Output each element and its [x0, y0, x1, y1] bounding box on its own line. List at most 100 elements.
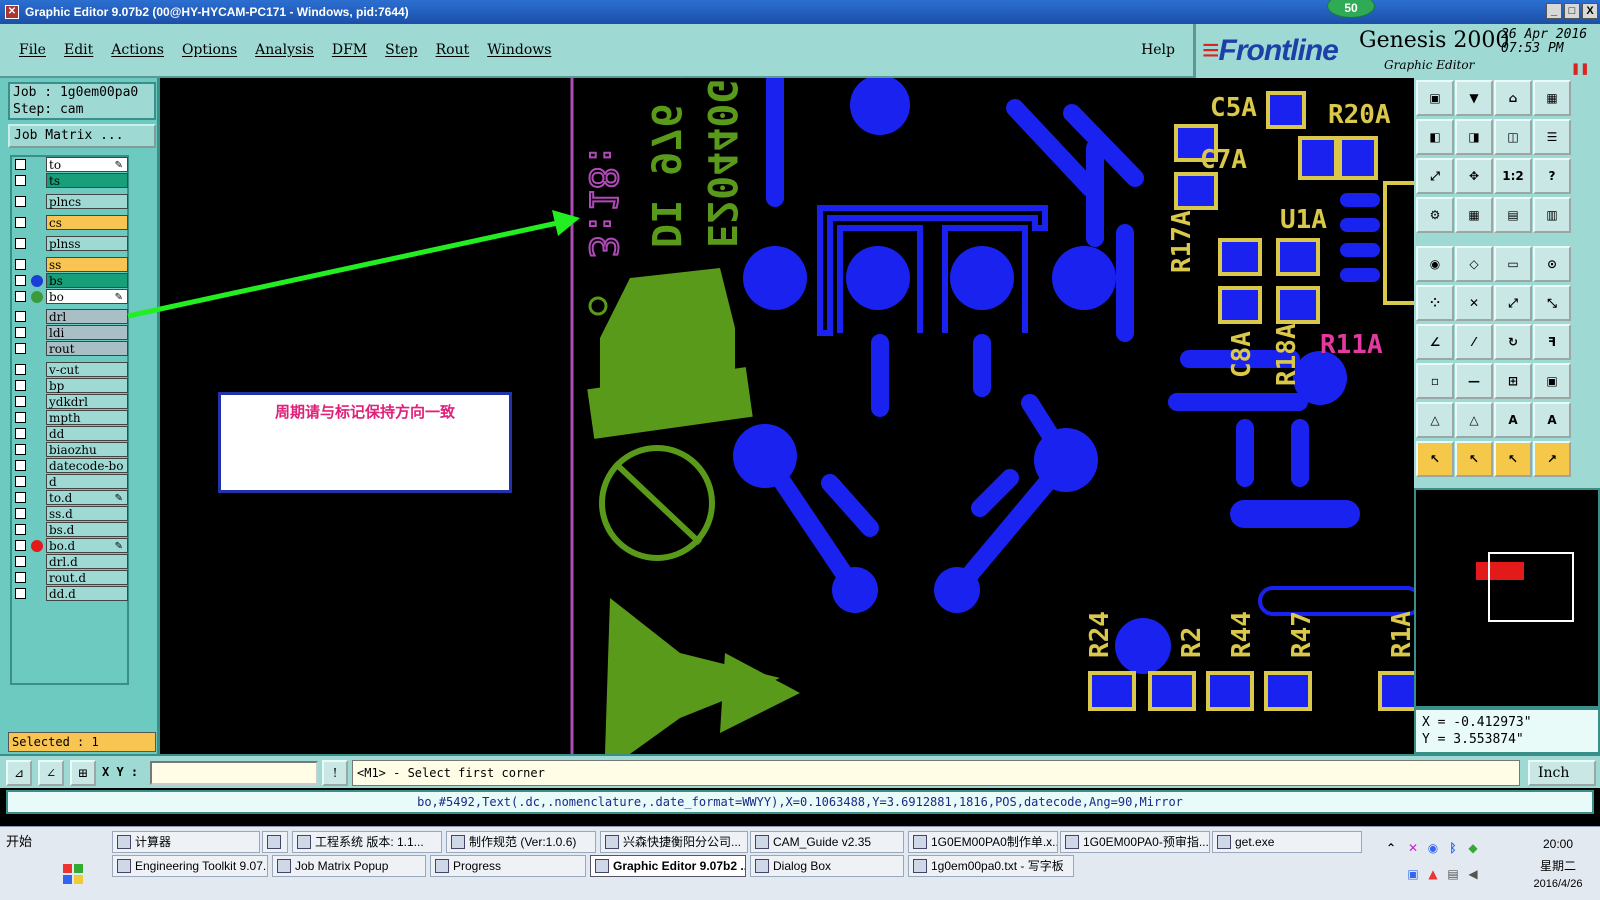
tool-button-11[interactable]: 1:2: [1494, 158, 1532, 194]
tool-button-3[interactable]: ⌂: [1494, 80, 1532, 116]
volume-icon[interactable]: ◀: [1466, 867, 1480, 881]
layer-row-ydkdrl[interactable]: ydkdrl: [12, 394, 131, 409]
tray-antivirus-icon[interactable]: ▲: [1426, 867, 1440, 881]
layer-checkbox[interactable]: [15, 291, 26, 302]
layer-checkbox[interactable]: [15, 196, 26, 207]
tool-button-20[interactable]: ⊙: [1533, 246, 1571, 282]
layer-name[interactable]: datecode-bo: [46, 458, 128, 473]
layer-row-bs.d[interactable]: bs.d: [12, 522, 131, 537]
taskbar-item[interactable]: get.exe: [1212, 831, 1362, 853]
menu-edit[interactable]: Edit: [64, 42, 93, 58]
taskbar-item[interactable]: 1G0EM00PA0-预审指...: [1060, 831, 1210, 853]
tool-button-22[interactable]: ✕: [1455, 285, 1493, 321]
layer-row-ldi[interactable]: ldi: [12, 325, 131, 340]
layer-checkbox[interactable]: [15, 175, 26, 186]
layer-checkbox[interactable]: [15, 444, 26, 455]
taskbar-item[interactable]: Progress: [430, 855, 586, 877]
layer-checkbox[interactable]: [15, 556, 26, 567]
tool-button-9[interactable]: ⤢: [1416, 158, 1454, 194]
menu-windows[interactable]: Windows: [487, 42, 551, 58]
snap-icon[interactable]: ⊿: [6, 760, 32, 786]
layer-row-plncs[interactable]: plncs: [12, 194, 131, 209]
layer-row-dd.d[interactable]: dd.d: [12, 586, 131, 601]
tool-button-40[interactable]: ↗: [1533, 441, 1571, 477]
tool-button-31[interactable]: ⊞: [1494, 363, 1532, 399]
tool-button-26[interactable]: ⁄: [1455, 324, 1493, 360]
layer-row-rout[interactable]: rout: [12, 341, 131, 356]
layer-checkbox[interactable]: [15, 311, 26, 322]
menu-options[interactable]: Options: [182, 42, 237, 58]
network-icon[interactable]: ▤: [1446, 867, 1460, 881]
menu-analysis[interactable]: Analysis: [255, 42, 314, 58]
layer-name[interactable]: cs: [46, 215, 128, 230]
close-button[interactable]: X: [1582, 3, 1598, 19]
pause-icon[interactable]: ❚❚: [1571, 62, 1589, 75]
taskbar-item[interactable]: CAM_Guide v2.35: [750, 831, 904, 853]
layer-name[interactable]: rout: [46, 341, 128, 356]
tool-button-16[interactable]: ▥: [1533, 197, 1571, 233]
tool-button-23[interactable]: ⤢: [1494, 285, 1532, 321]
tool-button-36[interactable]: A: [1533, 402, 1571, 438]
layer-checkbox[interactable]: [15, 380, 26, 391]
layer-row-rout.d[interactable]: rout.d: [12, 570, 131, 585]
layer-row-datecode-bo[interactable]: datecode-bo: [12, 458, 131, 473]
clock[interactable]: 20:00 星期二 2016/4/26: [1518, 833, 1598, 891]
layer-name[interactable]: mpth: [46, 410, 128, 425]
tray-input-icon[interactable]: ▣: [1406, 867, 1420, 881]
layer-checkbox[interactable]: [15, 492, 26, 503]
layer-name[interactable]: ss: [46, 257, 128, 272]
maximize-button[interactable]: □: [1564, 3, 1580, 19]
taskbar-item[interactable]: 1g0em00pa0.txt - 写字板: [908, 855, 1074, 877]
minimize-button[interactable]: _: [1546, 3, 1562, 19]
tool-button-32[interactable]: ▣: [1533, 363, 1571, 399]
menu-file[interactable]: File: [19, 42, 46, 58]
layer-name[interactable]: bo ✎: [46, 289, 128, 304]
layer-row-bp[interactable]: bp: [12, 378, 131, 393]
layer-checkbox[interactable]: [15, 238, 26, 249]
taskbar-item[interactable]: 计算器: [112, 831, 260, 853]
layer-name[interactable]: rout.d: [46, 570, 128, 585]
layer-row-cs[interactable]: cs: [12, 215, 131, 230]
units-selector[interactable]: Inch: [1528, 760, 1596, 786]
layer-checkbox[interactable]: [15, 343, 26, 354]
layer-checkbox[interactable]: [15, 412, 26, 423]
taskbar-item[interactable]: 工程系统 版本: 1.1...: [292, 831, 442, 853]
taskbar-item[interactable]: [262, 831, 288, 853]
tool-button-6[interactable]: ◨: [1455, 119, 1493, 155]
tool-button-29[interactable]: ▫: [1416, 363, 1454, 399]
tool-button-1[interactable]: ▣: [1416, 80, 1454, 116]
layer-checkbox[interactable]: [15, 364, 26, 375]
layer-checkbox[interactable]: [15, 524, 26, 535]
shield-icon[interactable]: ◆: [1466, 841, 1480, 855]
tool-button-21[interactable]: ⁘: [1416, 285, 1454, 321]
tool-button-28[interactable]: ꟻ: [1533, 324, 1571, 360]
layer-row-v-cut[interactable]: v-cut: [12, 362, 131, 377]
layer-row-to[interactable]: to ✎: [12, 157, 131, 172]
layer-row-drl[interactable]: drl: [12, 309, 131, 324]
tool-button-18[interactable]: ◇: [1455, 246, 1493, 282]
tool-button-30[interactable]: —: [1455, 363, 1493, 399]
layer-row-ts[interactable]: ts: [12, 173, 131, 188]
layer-name[interactable]: bs: [46, 273, 128, 288]
tool-button-35[interactable]: A: [1494, 402, 1532, 438]
layer-name[interactable]: ts: [46, 173, 128, 188]
taskbar-item[interactable]: Job Matrix Popup: [272, 855, 426, 877]
layer-row-mpth[interactable]: mpth: [12, 410, 131, 425]
tray-qq-icon[interactable]: ◉: [1426, 841, 1440, 855]
taskbar-item[interactable]: Graphic Editor 9.07b2 ...: [590, 855, 746, 877]
tool-button-7[interactable]: ◫: [1494, 119, 1532, 155]
start-button[interactable]: 开始: [2, 831, 102, 891]
tool-button-12[interactable]: ?: [1533, 158, 1571, 194]
alert-icon[interactable]: !: [322, 760, 348, 786]
taskbar-item[interactable]: 制作规范 (Ver:1.0.6): [446, 831, 596, 853]
layer-name[interactable]: bo.d ✎: [46, 538, 128, 553]
tray-expand-icon[interactable]: ⌃: [1384, 841, 1398, 855]
taskbar-item[interactable]: 1G0EM00PA0制作单.x...: [908, 831, 1058, 853]
layer-name[interactable]: plncs: [46, 194, 128, 209]
layer-checkbox[interactable]: [15, 428, 26, 439]
tool-button-27[interactable]: ↻: [1494, 324, 1532, 360]
layer-row-dd[interactable]: dd: [12, 426, 131, 441]
layer-name[interactable]: dd.d: [46, 586, 128, 601]
menu-step[interactable]: Step: [385, 42, 417, 58]
layer-name[interactable]: plnss: [46, 236, 128, 251]
